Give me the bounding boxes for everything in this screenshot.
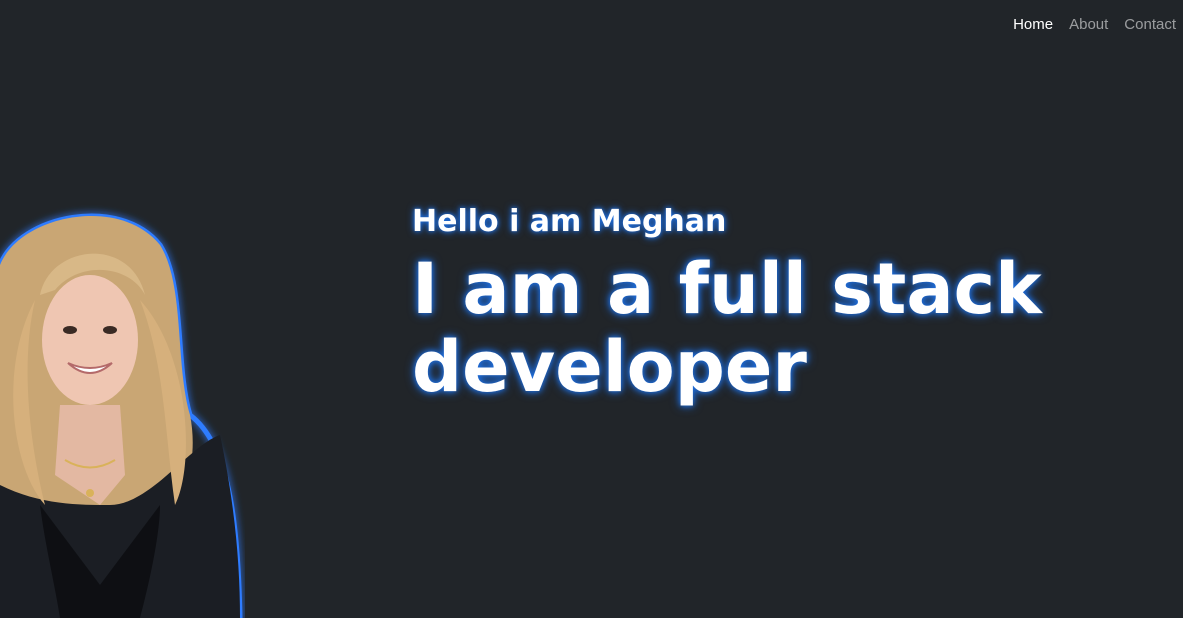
nav-about-link[interactable]: About xyxy=(1069,16,1108,33)
nav-contact-link[interactable]: Contact xyxy=(1124,16,1176,33)
profile-portrait xyxy=(0,205,245,618)
hero-greeting: Hello i am Meghan xyxy=(412,204,727,239)
top-navbar: Home About Contact xyxy=(997,0,1183,48)
hero-section: Hello i am Meghan I am a full stack deve… xyxy=(412,200,1052,406)
nav-home-link[interactable]: Home xyxy=(1013,16,1053,33)
hero-title: I am a full stack developer xyxy=(412,248,1042,408)
